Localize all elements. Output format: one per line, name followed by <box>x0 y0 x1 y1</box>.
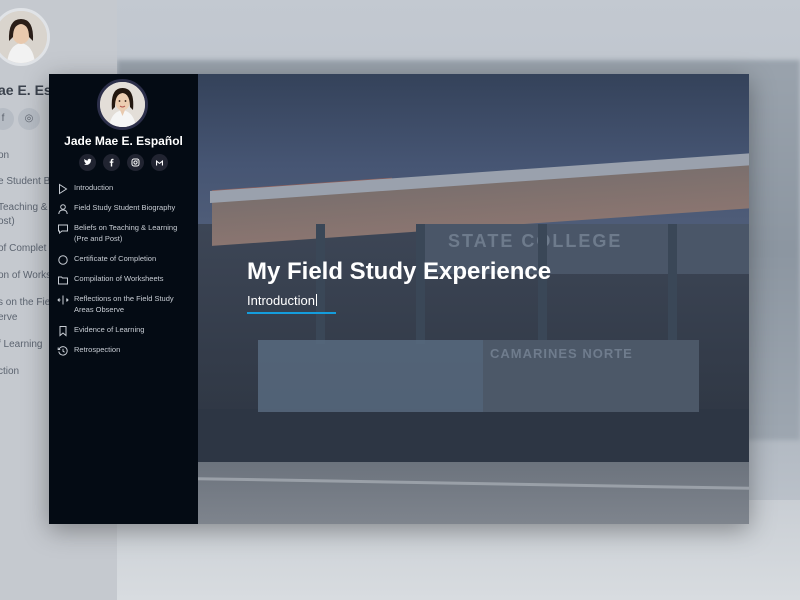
background-nav-item: on <box>0 150 10 161</box>
nav-label: Retrospection <box>74 345 121 354</box>
background-nav-item: ost) <box>0 216 15 227</box>
background-instagram-icon: ◎ <box>18 108 40 130</box>
background-facebook-icon: f <box>0 108 14 130</box>
background-nav-item: erve <box>0 312 18 323</box>
typing-cursor <box>315 294 317 306</box>
nav-label: Evidence of Learning <box>74 325 145 334</box>
hero-subtitle-text: Introduction <box>247 293 315 308</box>
background-nav-item: e Student B <box>0 176 51 187</box>
avatar <box>97 79 148 130</box>
hero-section: STATE COLLEGE CAMARINES NORTE My Field S… <box>198 74 749 524</box>
background-nav-item: ction <box>0 366 20 377</box>
nav-label: Field Study Student Biography <box>74 203 176 212</box>
nav-label: Reflections on the Field Study Areas Obs… <box>74 294 174 314</box>
nav-label: Beliefs on Teaching & Learning (Pre and … <box>74 223 178 243</box>
instagram-icon[interactable] <box>127 154 144 171</box>
portfolio-window: Jade Mae E. Español Introduction Field S… <box>49 74 749 524</box>
user-icon <box>57 202 69 215</box>
split-arrows-icon <box>57 293 69 305</box>
chat-icon <box>57 222 69 235</box>
sidebar: Jade Mae E. Español Introduction Field S… <box>49 74 198 524</box>
facebook-icon[interactable] <box>103 154 120 171</box>
gmail-icon[interactable] <box>151 154 168 171</box>
nav-label: Compilation of Worksheets <box>74 274 164 283</box>
nav-label: Introduction <box>74 183 114 192</box>
play-outline-icon <box>57 182 69 195</box>
nav-label: Certificate of Completion <box>74 254 157 263</box>
background-nav-item: f Learning <box>0 339 43 350</box>
circle-icon <box>57 253 69 265</box>
subtitle-underline <box>247 312 336 314</box>
hero-title: My Field Study Experience <box>247 258 552 285</box>
hero-subtitle: Introduction <box>247 293 317 308</box>
background-nav-item: of Complet <box>0 243 47 254</box>
background-nav-item: on of Works <box>0 270 52 281</box>
bookmark-icon <box>57 324 69 337</box>
background-avatar <box>0 8 50 66</box>
twitter-icon[interactable] <box>79 154 96 171</box>
folder-icon <box>57 273 69 285</box>
building-sign: STATE COLLEGE <box>448 231 623 251</box>
background-nav-item: Teaching & <box>0 202 48 213</box>
wall-sign: CAMARINES NORTE <box>490 346 633 361</box>
background-name: ae E. Es <box>0 82 52 98</box>
history-icon <box>57 344 69 356</box>
profile-name: Jade Mae E. Español <box>64 134 183 148</box>
background-nav-item: s on the Fie <box>0 297 51 308</box>
social-links <box>79 154 169 172</box>
